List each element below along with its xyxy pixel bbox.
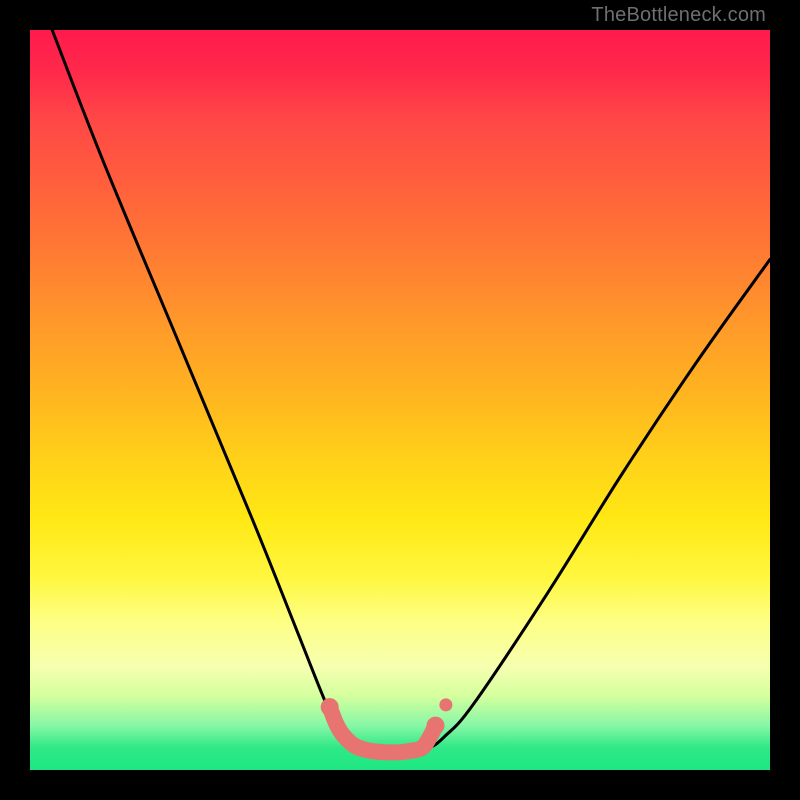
highlight-endpoint — [427, 717, 445, 735]
plot-area — [30, 30, 770, 770]
highlight-extra-dot — [439, 698, 452, 711]
chart-frame: TheBottleneck.com — [0, 0, 800, 800]
watermark-text: TheBottleneck.com — [591, 4, 766, 27]
highlight-segment — [330, 707, 436, 752]
chart-svg — [30, 30, 770, 770]
bottleneck-curve — [52, 30, 770, 753]
highlight-endpoint — [321, 698, 339, 716]
